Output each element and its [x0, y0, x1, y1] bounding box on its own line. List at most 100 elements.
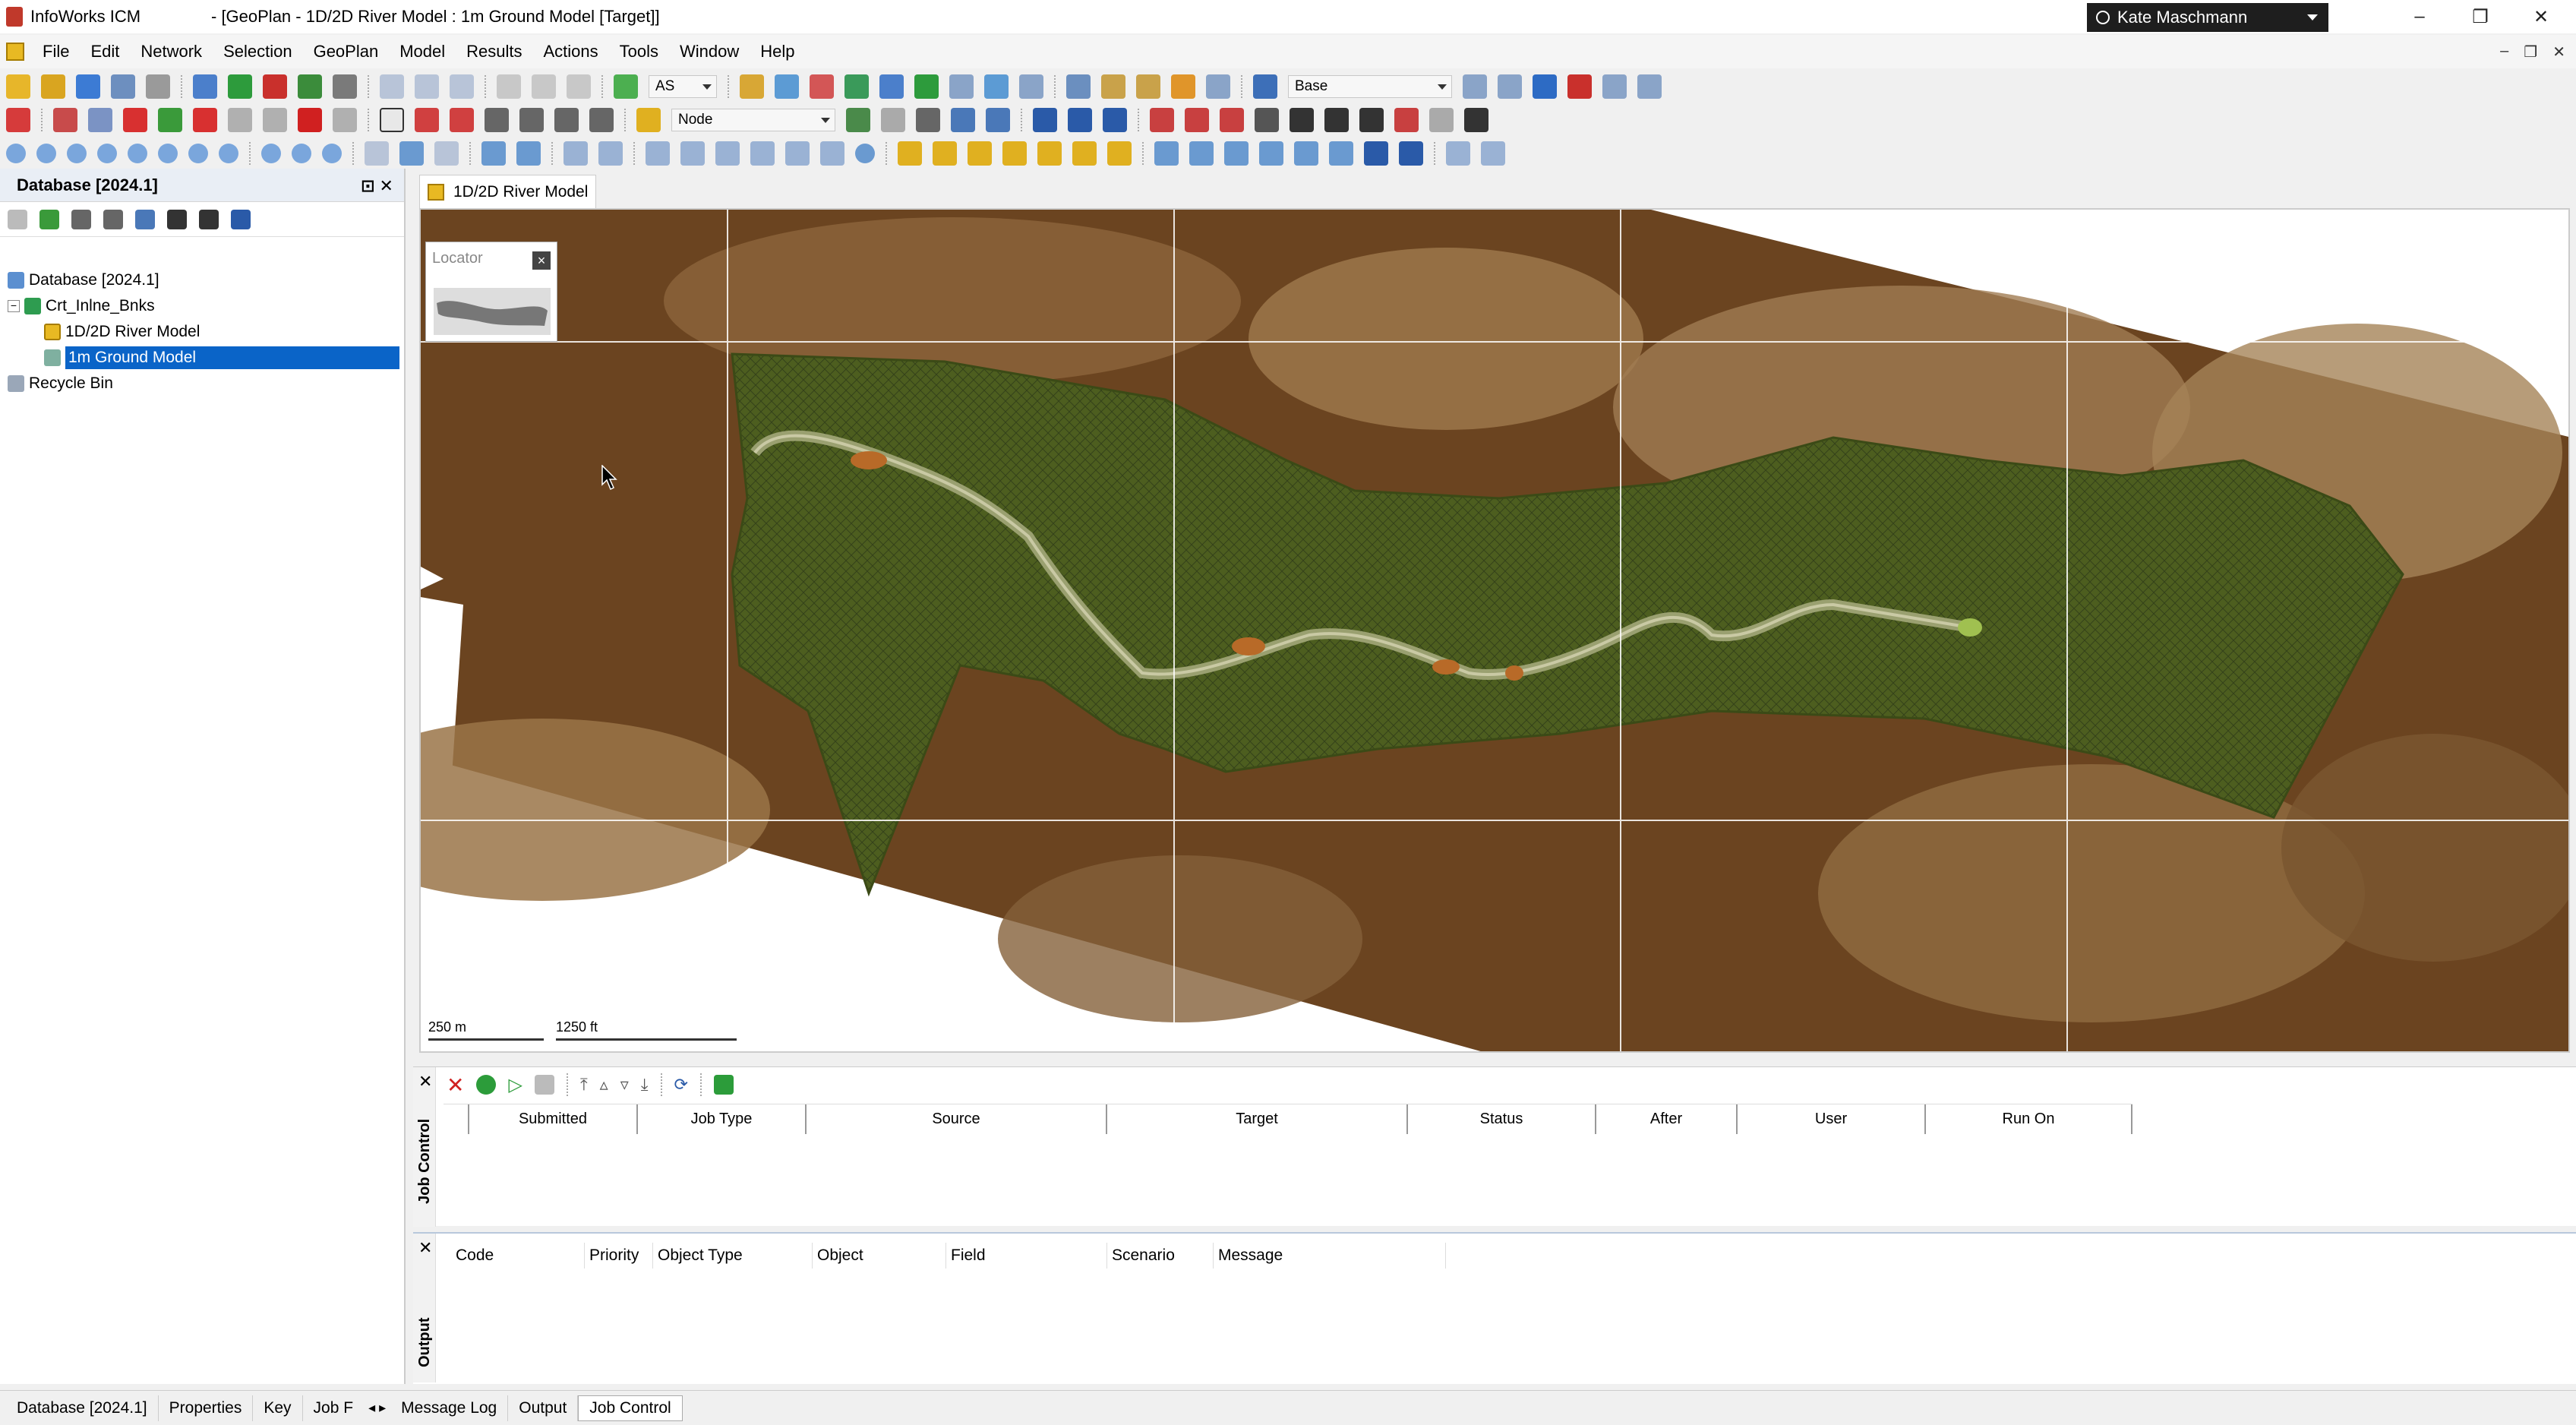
window-arrange-icon[interactable]	[481, 141, 506, 166]
graph-b-icon[interactable]	[1189, 141, 1214, 166]
grid-b-icon[interactable]	[933, 141, 957, 166]
last-frame-icon[interactable]	[219, 144, 238, 163]
mdi-restore-icon[interactable]: ❐	[2524, 43, 2537, 62]
info-icon[interactable]	[292, 144, 311, 163]
move-bottom-icon[interactable]: ⤓	[641, 1075, 649, 1095]
mdi-minimize-icon[interactable]: –	[2500, 43, 2508, 62]
column-field[interactable]: Field	[946, 1243, 1107, 1269]
find-icon[interactable]	[846, 108, 870, 132]
panel-close-icon[interactable]: ⊡ ✕	[361, 176, 393, 196]
scenario-combo[interactable]: Base	[1288, 75, 1452, 98]
tab-job-control[interactable]: Job Control	[578, 1395, 683, 1421]
tab-scroll-icon[interactable]: ◂ ▸	[364, 1400, 390, 1416]
graph-icon[interactable]	[534, 1075, 554, 1095]
measure-icon[interactable]	[485, 108, 509, 132]
locator-close-button[interactable]: ×	[532, 251, 551, 270]
play-icon[interactable]: ▷	[508, 1074, 522, 1096]
menu-actions[interactable]: Actions	[532, 42, 608, 62]
layout-b-icon[interactable]	[1481, 141, 1505, 166]
grid-view-icon[interactable]	[88, 108, 112, 132]
globe-view-icon[interactable]	[855, 144, 875, 163]
layer-icon[interactable]	[740, 74, 764, 99]
zoom-icon[interactable]	[680, 141, 705, 166]
repeat-icon[interactable]	[188, 144, 208, 163]
ruler-icon[interactable]	[589, 108, 614, 132]
geoplan-tab[interactable]: 1D/2D River Model	[419, 175, 597, 208]
column-job-type[interactable]: Job Type	[638, 1104, 807, 1134]
properties-tool-icon[interactable]	[519, 108, 544, 132]
grid-icon[interactable]	[949, 74, 974, 99]
panel-close-icon[interactable]: ✕	[418, 1072, 432, 1092]
move-down-icon[interactable]: ▿	[620, 1075, 629, 1095]
view-2-icon[interactable]	[598, 141, 623, 166]
snap-icon[interactable]	[881, 108, 905, 132]
mesh-icon[interactable]	[1150, 108, 1174, 132]
polygon-tool-icon[interactable]	[1068, 108, 1092, 132]
tree-item-ground-model[interactable]: 1m Ground Model	[8, 345, 399, 371]
paste-icon[interactable]	[567, 74, 591, 99]
grid-e-icon[interactable]	[1037, 141, 1062, 166]
terrain-map[interactable]	[421, 210, 2570, 1053]
zoom-layer-icon[interactable]	[785, 141, 810, 166]
theme-icon[interactable]	[1206, 74, 1230, 99]
tree-item-database[interactable]: Database [2024.1]	[8, 267, 399, 293]
scenario-tool-2-icon[interactable]	[1637, 74, 1662, 99]
tree-item-recycle-bin[interactable]: Recycle Bin	[8, 371, 399, 397]
output-side-tab[interactable]: ✕ Output	[413, 1234, 436, 1382]
trace-down-icon[interactable]	[399, 141, 424, 166]
move-top-icon[interactable]: ⤒	[580, 1075, 588, 1095]
line-tool-icon[interactable]	[1103, 108, 1127, 132]
job-control-side-tab[interactable]: ✕ Job Control	[413, 1067, 436, 1227]
results-6-icon[interactable]	[1464, 108, 1488, 132]
panel-close-icon[interactable]: ✕	[418, 1238, 432, 1258]
trace-icon[interactable]	[263, 108, 287, 132]
column-run-on[interactable]: Run On	[1926, 1104, 2132, 1134]
run-icon[interactable]	[298, 74, 322, 99]
layout-a-icon[interactable]	[1446, 141, 1470, 166]
column-target[interactable]: Target	[1107, 1104, 1408, 1134]
geoplan-map[interactable]: Locator × 250 m 1250 ft	[419, 208, 2570, 1053]
results-5-icon[interactable]	[1429, 108, 1454, 132]
move-icon[interactable]	[646, 141, 670, 166]
mdi-close-icon[interactable]: ✕	[2552, 43, 2565, 62]
scenario-manage-icon[interactable]	[1463, 74, 1487, 99]
play-icon[interactable]	[128, 144, 147, 163]
graph-c-icon[interactable]	[1224, 141, 1249, 166]
list-icon[interactable]	[71, 209, 91, 229]
monitor-icon[interactable]	[199, 209, 219, 229]
zoom-extent-icon[interactable]	[715, 141, 740, 166]
pan-icon[interactable]	[916, 108, 940, 132]
scenario-icon[interactable]	[1253, 74, 1277, 99]
save-icon[interactable]	[76, 74, 100, 99]
link-tool-icon[interactable]	[158, 108, 182, 132]
split-link-icon[interactable]	[193, 108, 217, 132]
layers-icon[interactable]	[1171, 74, 1195, 99]
prev-frame-icon[interactable]	[36, 144, 56, 163]
cancel-job-icon[interactable]: ✕	[447, 1073, 464, 1098]
edit-icon[interactable]	[614, 74, 638, 99]
section-icon[interactable]	[1101, 74, 1125, 99]
hand-icon[interactable]	[820, 141, 844, 166]
copy-network-icon[interactable]	[111, 74, 135, 99]
window-tile-icon[interactable]	[516, 141, 541, 166]
delete-icon[interactable]	[298, 108, 322, 132]
time-icon[interactable]	[261, 144, 281, 163]
results-2-icon[interactable]	[1324, 108, 1349, 132]
grid-c-icon[interactable]	[968, 141, 992, 166]
tab-message-log[interactable]: Message Log	[390, 1395, 509, 1421]
column-after[interactable]: After	[1596, 1104, 1738, 1134]
column-object[interactable]: Object	[813, 1243, 946, 1269]
open-icon[interactable]	[41, 74, 65, 99]
view-1-icon[interactable]	[564, 141, 588, 166]
label-icon[interactable]	[554, 108, 579, 132]
graph-g-icon[interactable]	[1364, 141, 1388, 166]
tab-output[interactable]: Output	[508, 1395, 579, 1421]
mesh-tool-icon[interactable]	[1255, 108, 1279, 132]
stack-icon[interactable]	[1136, 74, 1160, 99]
snapshot-icon[interactable]	[434, 141, 459, 166]
select-polygon-icon[interactable]	[450, 108, 474, 132]
sort-az-icon[interactable]	[135, 209, 155, 229]
locator-window[interactable]: Locator ×	[425, 242, 557, 342]
grid-f-icon[interactable]	[1072, 141, 1097, 166]
scenario-tool-icon[interactable]	[1602, 74, 1627, 99]
